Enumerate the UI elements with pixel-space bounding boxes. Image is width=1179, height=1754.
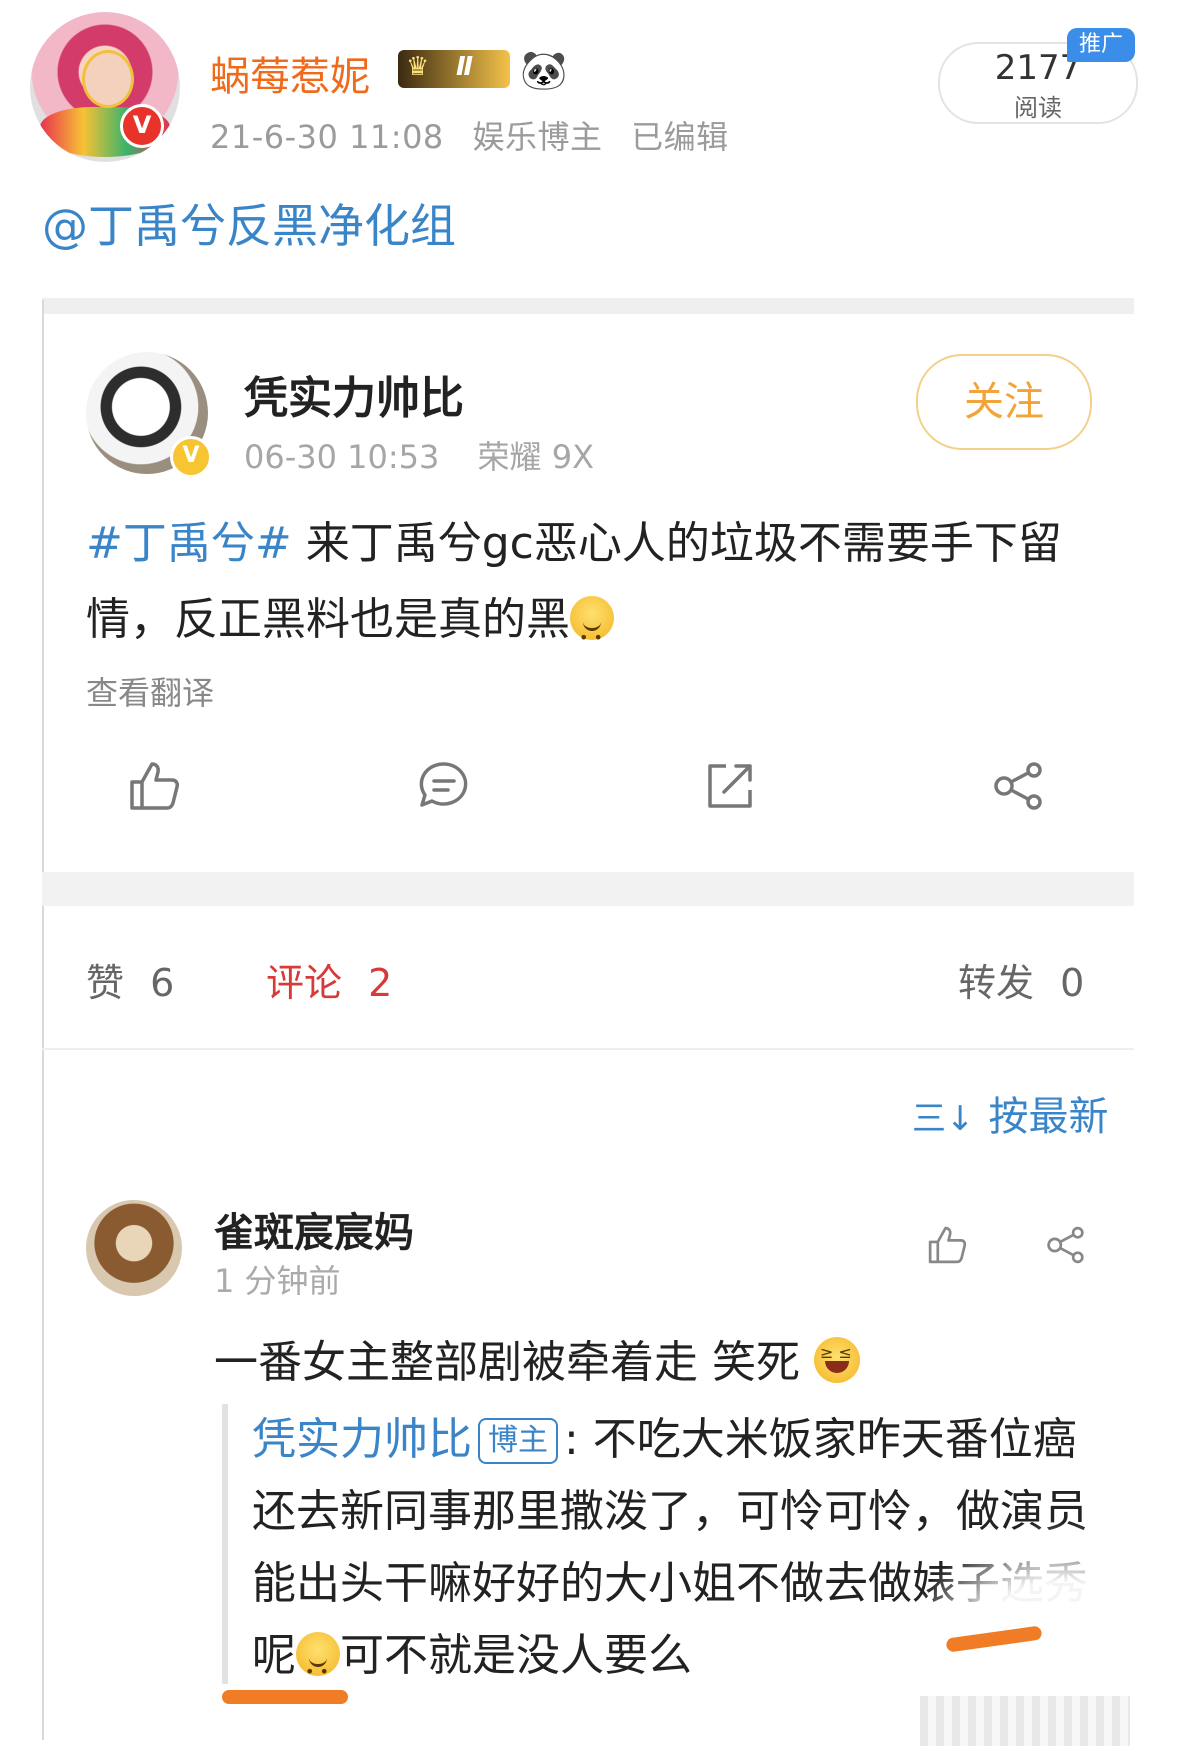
comment-like-icon[interactable] [924, 1222, 970, 1268]
repost-stat-count: 0 [1060, 961, 1085, 1005]
stats-divider [42, 1048, 1134, 1050]
pixelated-strip [920, 1696, 1130, 1746]
orange-underline-mark [222, 1690, 348, 1704]
mention-link[interactable]: @丁禹兮反黑净化组 [42, 190, 456, 256]
edited-label[interactable]: 已编辑 [631, 118, 729, 156]
repost-stat-tab[interactable]: 转发 0 [958, 952, 1084, 1007]
section-divider [42, 872, 1134, 906]
reply-body-end: 可不就是没人要么 [340, 1630, 692, 1681]
repost-icon[interactable] [700, 756, 760, 816]
like-stat-label: 赞 [86, 961, 125, 1005]
shared-post-meta: 06-30 10:53 荣耀 9X [244, 432, 622, 478]
share-icon[interactable] [990, 756, 1050, 816]
follow-button[interactable]: 关注 [916, 354, 1092, 450]
repost-stat-label: 转发 [958, 961, 1035, 1005]
like-icon[interactable] [124, 756, 184, 816]
verified-icon: V [120, 104, 164, 148]
level-badge[interactable]: ♛ Ⅱ [398, 50, 510, 88]
crown-icon: ♛ [406, 52, 430, 82]
avatar-face [82, 50, 134, 108]
hashtag-link[interactable]: #丁禹兮# [86, 518, 292, 569]
level-number: Ⅱ [456, 52, 474, 82]
author-category: 娱乐博主 [472, 118, 603, 156]
panda-icon: 🐼 [520, 48, 568, 92]
comment-time: 1 分钟前 [214, 1262, 341, 1300]
shared-post-device: 荣耀 9X [477, 438, 595, 476]
like-stat-tab[interactable]: 赞 6 [86, 952, 174, 1007]
comment-icon[interactable] [414, 756, 474, 816]
reply-username[interactable]: 凭实力帅比 [252, 1414, 472, 1465]
smile-emoji-icon [570, 596, 614, 676]
sort-newest-button[interactable]: 三↓ 按最新 [912, 1084, 1109, 1142]
comment-share-icon[interactable] [1044, 1222, 1090, 1268]
commenter-username[interactable]: 雀斑宸宸妈 [214, 1200, 414, 1258]
card-left-border [42, 300, 44, 1740]
author-username[interactable]: 蜗莓惹妮 [210, 44, 370, 102]
host-tag: 博主 [478, 1418, 558, 1464]
shared-post-text: #丁禹兮# 来丁禹兮gc恶心人的垃圾不需要手下留情，反正黑料也是真的黑 [86, 506, 1096, 676]
verified-yellow-icon: V [170, 436, 212, 478]
comment-stat-count: 2 [368, 961, 393, 1005]
comment-stat-tab[interactable]: 评论 2 [266, 952, 392, 1007]
shared-post-time: 06-30 10:53 [244, 438, 440, 476]
reply-smile-emoji-icon [296, 1632, 340, 1708]
comment-stat-label: 评论 [266, 961, 343, 1005]
sort-icon: 三↓ [912, 1099, 975, 1139]
read-label: 阅读 [1014, 94, 1062, 122]
commenter-avatar[interactable] [86, 1200, 182, 1296]
post-date: 21-6-30 11:08 [210, 118, 444, 156]
comment-text: 一番女主整部剧被牵着走 笑死 [214, 1326, 860, 1390]
sort-label: 按最新 [988, 1094, 1109, 1140]
laugh-cry-emoji-icon [813, 1337, 860, 1383]
like-stat-count: 6 [150, 961, 175, 1005]
post-meta: 21-6-30 11:08 娱乐博主 已编辑 [210, 112, 747, 158]
translate-link[interactable]: 查看翻译 [86, 668, 214, 714]
shared-username[interactable]: 凭实力帅比 [244, 362, 464, 426]
card-top-divider [42, 298, 1134, 314]
promo-tag: 推广 [1067, 28, 1135, 62]
quoted-reply-bar [222, 1404, 228, 1684]
comment-body: 一番女主整部剧被牵着走 笑死 [214, 1337, 814, 1388]
